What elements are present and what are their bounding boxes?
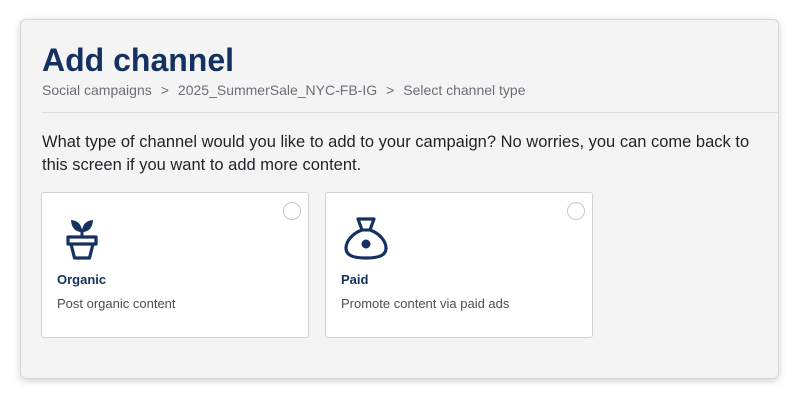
plant-pot-icon: [57, 213, 107, 263]
channel-type-question: What type of channel would you like to a…: [42, 133, 750, 174]
breadcrumb: Social campaigns >2025_SummerSale_NYC-FB-…: [42, 81, 526, 99]
paid-channel-card[interactable]: Paid Promote content via paid ads: [325, 192, 593, 338]
breadcrumb-social-campaigns[interactable]: Social campaigns: [42, 82, 152, 98]
breadcrumb-separator: >: [386, 82, 395, 98]
organic-radio[interactable]: [283, 202, 301, 220]
paid-title: Paid: [341, 272, 369, 287]
organic-title: Organic: [57, 272, 107, 287]
breadcrumb-campaign-name[interactable]: 2025_SummerSale_NYC-FB-IG: [178, 82, 377, 98]
money-bag-icon: [341, 213, 391, 263]
paid-radio[interactable]: [567, 202, 585, 220]
breadcrumb-separator: >: [160, 82, 169, 98]
organic-channel-card[interactable]: Organic Post organic content: [41, 192, 309, 338]
paid-description: Promote content via paid ads: [341, 296, 510, 311]
page-title: Add channel: [42, 42, 235, 78]
organic-description: Post organic content: [57, 296, 176, 311]
header-divider: [42, 112, 778, 113]
breadcrumb-current: Select channel type: [403, 82, 526, 98]
add-channel-dialog: Add channel Social campaigns >2025_Summer…: [20, 19, 779, 379]
